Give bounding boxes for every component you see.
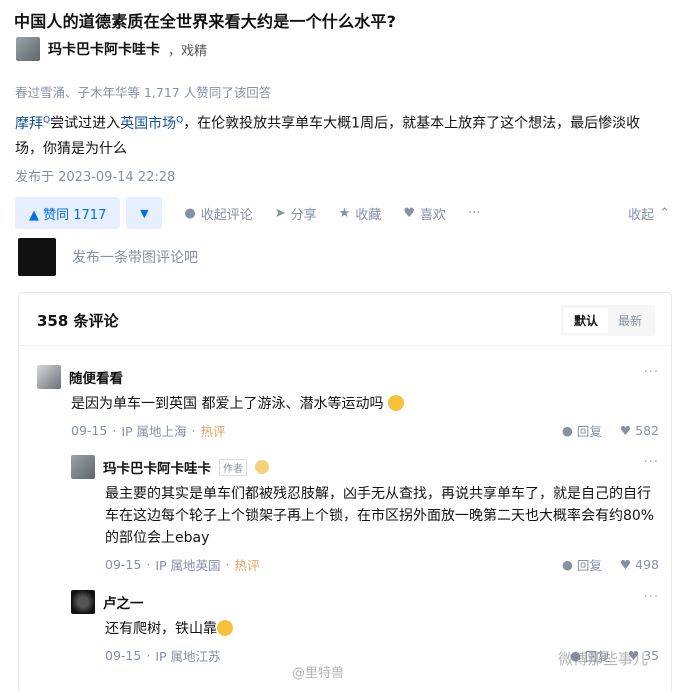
user-avatar — [18, 238, 56, 276]
comment-input[interactable]: 发布一条带图评论吧 — [72, 247, 198, 267]
more-button[interactable]: ··· — [468, 206, 480, 221]
reply-button[interactable]: ● 回复 — [562, 555, 602, 574]
commenter-avatar[interactable] — [71, 455, 95, 479]
comment-item: ··· 随便看看 是因为单车一到英国 都爱上了游泳、潜水等运动吗 09-15 · … — [37, 365, 659, 440]
divider — [19, 345, 671, 346]
sort-latest[interactable]: 最新 — [608, 308, 652, 333]
hot-badge: 热评 — [234, 558, 260, 573]
comment-like-button[interactable]: ♥ 582 — [620, 423, 659, 438]
chevron-up-icon: ⌃ — [659, 205, 670, 221]
link-uk-market[interactable]: 英国市场Q — [120, 115, 183, 132]
published-date: 发布于 2023-09-14 22:28 — [15, 170, 176, 185]
author-headline: ，戏精 — [168, 43, 208, 59]
action-bar: ▲ 赞同 1717 ▼ ● 收起评论 ➤ 分享 ★ 收藏 ♥ 喜欢 ··· 收起 ⌃ — [15, 197, 670, 229]
answer-content: 摩拜Q尝试过进入英国市场Q，在伦敦投放共享单车大概1周后，就基本上放弃了这个想法… — [15, 115, 641, 157]
sunglasses-emoji-icon — [217, 620, 233, 636]
commenter-name[interactable]: 卢之一 — [103, 592, 144, 612]
commenter-name[interactable]: 玛卡巴卡阿卡哇卡 — [103, 457, 211, 477]
share-button[interactable]: ➤ 分享 — [275, 204, 317, 223]
commenter-avatar[interactable] — [71, 590, 95, 614]
watermark-weibo-account: 微博那些事儿 — [558, 650, 649, 668]
comment-meta: 09-15 · IP 属地上海 · 热评 ● 回复 ♥ 582 — [71, 421, 659, 440]
question-title[interactable]: 中国人的道德素质在全世界来看大约是一个什么水平? — [14, 8, 396, 32]
heart-icon: ♥ — [619, 423, 632, 438]
laugh-emoji-icon — [387, 395, 404, 411]
author-name[interactable]: 玛卡巴卡阿卡哇卡 — [48, 39, 160, 59]
more-icon[interactable]: ··· — [644, 590, 659, 605]
reply-button[interactable]: ● 回复 — [562, 421, 602, 440]
sort-toggle: 默认 最新 — [560, 305, 655, 336]
comment-text: 还有爬树，铁山靠 — [105, 618, 659, 640]
hot-badge: 热评 — [200, 424, 226, 439]
comment-input-row: 发布一条带图评论吧 — [18, 238, 198, 276]
comment-meta: 09-15 · IP 属地英国 · 热评 ● 回复 ♥ 498 — [105, 555, 659, 574]
comment-count: 358 条评论 — [37, 312, 119, 330]
heart-icon: ♥ — [619, 557, 632, 572]
commenter-avatar[interactable] — [37, 365, 61, 389]
watermark-weibo-user: @里特兽 — [292, 666, 345, 681]
author-avatar[interactable] — [16, 37, 40, 61]
comment-like-button[interactable]: ♥ 498 — [620, 557, 659, 572]
upvoters-line: 春过雪涌、子木年华等 1,717 人赞同了该回答 — [15, 85, 272, 100]
reply-icon: ● — [561, 557, 573, 572]
more-icon[interactable]: ··· — [644, 455, 659, 470]
downvote-button[interactable]: ▼ — [126, 197, 163, 229]
collapse-button[interactable]: 收起 ⌃ — [628, 204, 670, 223]
heart-icon: ♥ — [403, 205, 415, 221]
sort-default[interactable]: 默认 — [563, 308, 608, 333]
link-mobike[interactable]: 摩拜Q — [15, 115, 50, 132]
comment-toggle-button[interactable]: ● 收起评论 — [184, 204, 252, 223]
author-badge: 作者 — [219, 458, 247, 476]
more-icon[interactable]: ··· — [644, 365, 659, 380]
commenter-name[interactable]: 随便看看 — [69, 367, 123, 387]
like-button[interactable]: ♥ 喜欢 — [403, 204, 446, 223]
share-icon: ➤ — [274, 205, 286, 221]
answer-author: 玛卡巴卡阿卡哇卡 ，戏精 — [16, 36, 207, 62]
badge-icon — [255, 460, 269, 474]
reply-icon: ● — [561, 423, 573, 438]
star-icon: ★ — [338, 205, 351, 221]
comment-icon: ● — [184, 205, 196, 221]
comment-text: 最主要的其实是单车们都被残忍肢解，凶手无从查找，再说共享单车了，就是自己的自行车… — [105, 486, 655, 546]
favorite-button[interactable]: ★ 收藏 — [339, 204, 382, 223]
comment-text: 是因为单车一到英国 都爱上了游泳、潜水等运动吗 — [71, 393, 659, 415]
comments-panel: 358 条评论 默认 最新 ··· 随便看看 是因为单车一到英国 都爱上了游泳、… — [18, 292, 672, 691]
upvote-button[interactable]: ▲ 赞同 1717 — [15, 197, 121, 229]
reply-item: ··· 玛卡巴卡阿卡哇卡 作者 最主要的其实是单车们都被残忍肢解，凶手无从查找，… — [71, 455, 659, 574]
